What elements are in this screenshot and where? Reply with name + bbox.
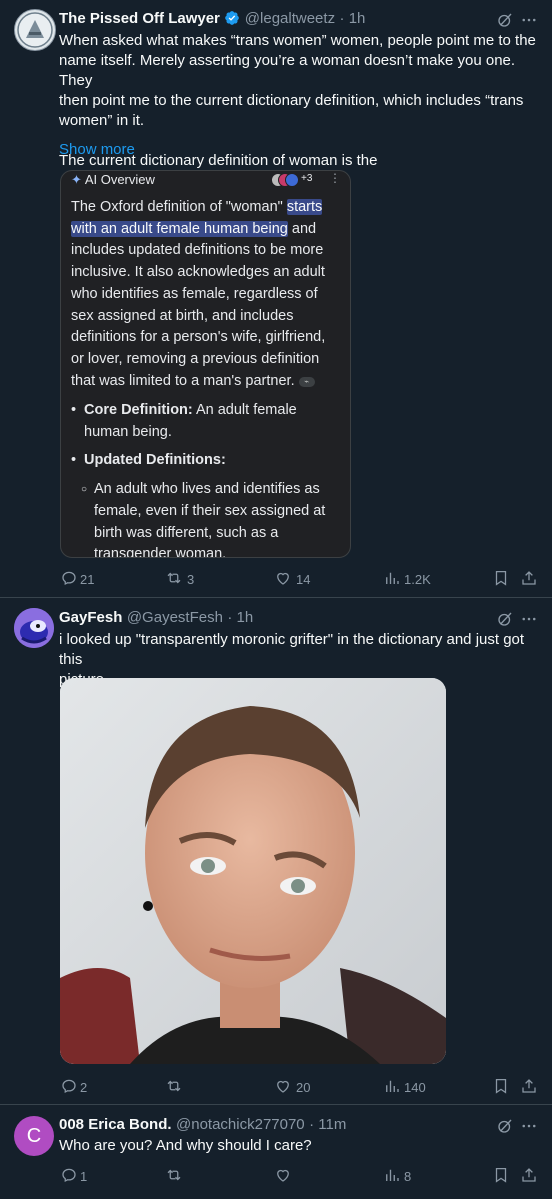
post-divider [0,597,552,598]
post-time[interactable]: · 1h [340,10,366,27]
views-icon[interactable] [383,1166,401,1184]
repost-icon[interactable] [165,1166,183,1184]
author-handle[interactable]: @legaltweetz [245,10,335,27]
avatar[interactable] [14,9,56,51]
bookmark-icon[interactable] [492,1166,510,1184]
like-count: 14 [296,572,311,587]
author-name[interactable]: 008 Erica Bond. [59,1116,172,1133]
avatar[interactable] [14,608,54,648]
lawyer-logo-icon [17,12,53,48]
reply-icon[interactable] [60,1166,78,1184]
source-count: +3 [301,173,313,184]
man-portrait-photo [60,678,446,1064]
post-time[interactable]: · 11m [309,1116,346,1133]
view-count: 8 [404,1169,412,1184]
author-name[interactable]: The Pissed Off Lawyer [59,10,220,27]
post-text: Who are you? And why should I care? [59,1137,312,1154]
ai-overview-image[interactable]: ✦ AI Overview +3 ⋮ The Oxford definition… [60,170,351,558]
show-more-link[interactable]: Show more [59,141,135,158]
repost-count: 3 [187,572,195,587]
view-count: 140 [404,1080,426,1095]
cartoon-character-icon [14,608,54,648]
verified-badge-icon [224,10,240,31]
card-menu-icon: ⋮ [329,171,341,185]
reply-icon[interactable] [60,1077,78,1095]
author-handle[interactable]: @notachick277070 [176,1116,305,1133]
reply-icon[interactable] [60,569,78,587]
repost-icon[interactable] [165,1077,183,1095]
grok-icon[interactable] [496,610,514,628]
more-icon[interactable] [520,610,538,628]
more-icon[interactable] [520,1117,538,1135]
reply-count: 21 [80,572,95,587]
share-icon[interactable] [520,569,538,587]
ai-overview-paragraph: The Oxford definition of "woman" starts … [71,199,326,389]
bookmark-icon[interactable] [492,1077,510,1095]
bookmark-icon[interactable] [492,569,510,587]
post-time[interactable]: · 1h [227,609,253,626]
like-icon[interactable] [274,1077,292,1095]
like-icon[interactable] [274,1166,292,1184]
ai-overview-bullets: • Core Definition: An adult female human… [71,402,326,558]
post-header: GayFesh @GayestFesh · 1h [59,609,253,627]
avatar-letter: C [26,1125,42,1147]
views-icon[interactable] [383,1077,401,1095]
reply-count: 1 [80,1169,88,1184]
link-icon: ⌁ [298,376,315,387]
share-icon[interactable] [520,1166,538,1184]
avatar[interactable]: C [14,1116,54,1156]
ai-overview-title: AI Overview [84,172,155,187]
ai-overview-header: ✦ AI Overview [71,172,155,188]
views-icon[interactable] [383,569,401,587]
like-icon[interactable] [274,569,292,587]
post-photo[interactable] [60,678,446,1064]
grok-icon[interactable] [496,11,514,29]
share-icon[interactable] [520,1077,538,1095]
author-handle[interactable]: @GayestFesh [127,609,223,626]
author-name[interactable]: GayFesh [59,609,122,626]
more-icon[interactable] [520,11,538,29]
reply-count: 2 [80,1080,88,1095]
post-header: The Pissed Off Lawyer @legaltweetz · 1h [59,10,365,31]
sparkle-icon: ✦ [71,172,82,187]
post-divider [0,1104,552,1105]
view-count: 1.2K [404,572,431,587]
repost-icon[interactable] [165,569,183,587]
like-count: 20 [296,1080,311,1095]
grok-icon[interactable] [496,1117,514,1135]
post-header: 008 Erica Bond. @notachick277070 · 11m [59,1116,346,1134]
